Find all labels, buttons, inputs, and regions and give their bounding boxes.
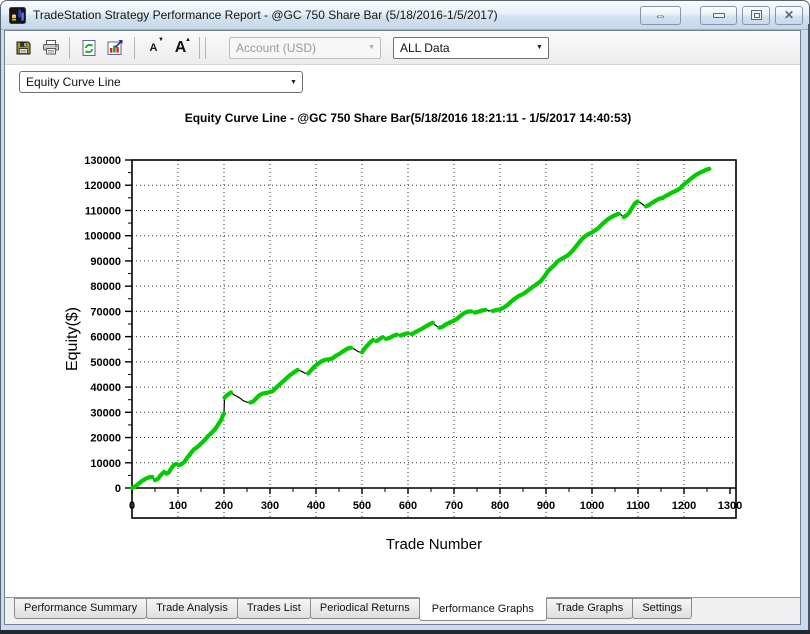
svg-text:40000: 40000 — [90, 382, 121, 394]
data-range-selector[interactable]: ALL Data ▼ — [393, 36, 549, 59]
graph-type-selector-value: Equity Curve Line — [26, 75, 121, 89]
chevron-down-icon: ▼ — [536, 44, 543, 51]
svg-text:80000: 80000 — [90, 281, 121, 293]
svg-text:1100: 1100 — [626, 500, 650, 512]
edit-report-settings-button[interactable] — [102, 34, 129, 61]
x-axis-title: Trade Number — [386, 536, 482, 553]
graph-type-selector[interactable]: Equity Curve Line ▼ — [19, 71, 303, 93]
refresh-icon — [82, 39, 95, 56]
svg-text:70000: 70000 — [90, 306, 121, 318]
equity-line-wins — [129, 166, 712, 491]
chart-title: Equity Curve Line - @GC 750 Share Bar(5/… — [185, 111, 632, 125]
account-selector[interactable]: Account (USD) ▼ — [229, 36, 381, 59]
tab-performance-graphs[interactable]: Performance Graphs — [418, 597, 547, 621]
triangle-down-icon: ▼ — [158, 37, 164, 43]
tradestation-report-window: TradeStation Strategy Performance Report… — [0, 0, 810, 634]
svg-text:20000: 20000 — [90, 433, 121, 445]
restore-icon — [750, 10, 762, 20]
toolbar-separator — [205, 36, 206, 59]
print-button[interactable] — [37, 34, 64, 61]
decrease-font-icon: A — [149, 41, 158, 54]
svg-text:1000: 1000 — [580, 500, 604, 512]
increase-font-button[interactable]: A ▲ — [167, 34, 194, 61]
report-content: Equity Curve Line ▼ 0 100 200 300 400 500 600 7… — [5, 65, 800, 597]
data-range-selector-value: ALL Data — [400, 40, 450, 55]
svg-text:60000: 60000 — [90, 332, 121, 344]
tab-trade-analysis[interactable]: Trade Analysis — [146, 598, 238, 619]
svg-text:1300: 1300 — [718, 500, 742, 512]
tab-strip: Performance Summary Trade Analysis Trades … — [5, 597, 800, 624]
svg-text:30000: 30000 — [90, 407, 121, 419]
title-bar: TradeStation Strategy Performance Report… — [1, 1, 809, 30]
minimize-icon — [712, 12, 725, 18]
refresh-report-button[interactable] — [75, 34, 102, 61]
tab-trade-graphs[interactable]: Trade Graphs — [545, 598, 634, 619]
svg-text:400: 400 — [307, 500, 325, 512]
svg-text:600: 600 — [399, 500, 417, 512]
toolbar-separator — [134, 36, 135, 59]
svg-text:50000: 50000 — [90, 357, 121, 369]
svg-text:120000: 120000 — [84, 180, 121, 192]
svg-text:130000: 130000 — [84, 155, 121, 167]
svg-text:500: 500 — [353, 500, 371, 512]
svg-text:110000: 110000 — [85, 205, 121, 217]
chevron-down-icon: ▼ — [368, 44, 375, 51]
minimize-button[interactable] — [700, 5, 737, 25]
tab-bar: Performance Summary Trade Analysis Trades … — [5, 597, 800, 621]
edit-report-icon — [107, 39, 123, 55]
chevron-down-icon: ▼ — [290, 78, 297, 86]
svg-text:0: 0 — [129, 500, 135, 512]
tab-periodical-returns[interactable]: Periodical Returns — [309, 598, 420, 619]
svg-text:90000: 90000 — [90, 256, 121, 268]
tab-trades-list[interactable]: Trades List — [236, 598, 311, 619]
save-button[interactable] — [10, 34, 37, 61]
svg-text:200: 200 — [215, 500, 233, 512]
svg-text:900: 900 — [537, 500, 555, 512]
window-frame-edge — [0, 630, 810, 634]
svg-text:800: 800 — [491, 500, 509, 512]
expand-icon: ⇔ — [654, 7, 667, 23]
svg-text:10000: 10000 — [90, 458, 121, 470]
restore-button[interactable] — [742, 5, 770, 25]
toolbar: A ▼ A ▲ Account (USD) ▼ ALL Data ▼ — [5, 31, 800, 65]
tab-settings[interactable]: Settings — [632, 598, 693, 619]
svg-text:700: 700 — [445, 500, 463, 512]
toolbar-separator — [199, 36, 200, 59]
svg-text:1200: 1200 — [672, 500, 696, 512]
equity-curve-chart: 0 100 200 300 400 500 600 700 800 900 1000 1100 1200… — [64, 111, 742, 553]
close-button[interactable]: ✕ — [775, 5, 803, 25]
toolbar-separator — [69, 36, 70, 59]
window-title: TradeStation Strategy Performance Report… — [33, 8, 498, 22]
tradestation-app-icon — [9, 6, 26, 24]
triangle-up-icon: ▲ — [185, 37, 191, 43]
account-selector-value: Account (USD) — [236, 40, 317, 55]
svg-text:100: 100 — [169, 500, 187, 512]
svg-text:300: 300 — [261, 500, 279, 512]
svg-text:100000: 100000 — [84, 231, 121, 243]
tab-performance-summary[interactable]: Performance Summary — [14, 598, 148, 619]
expand-window-button[interactable]: ⇔ — [640, 5, 681, 25]
save-icon — [16, 41, 31, 55]
close-icon: ✕ — [783, 8, 795, 22]
client-area: A ▼ A ▲ Account (USD) ▼ ALL Data ▼ Equit… — [4, 30, 801, 625]
y-axis-title: Equity($) — [64, 307, 81, 371]
svg-text:0: 0 — [115, 483, 121, 495]
decrease-font-button[interactable]: A ▼ — [140, 34, 167, 61]
print-icon — [42, 40, 59, 55]
